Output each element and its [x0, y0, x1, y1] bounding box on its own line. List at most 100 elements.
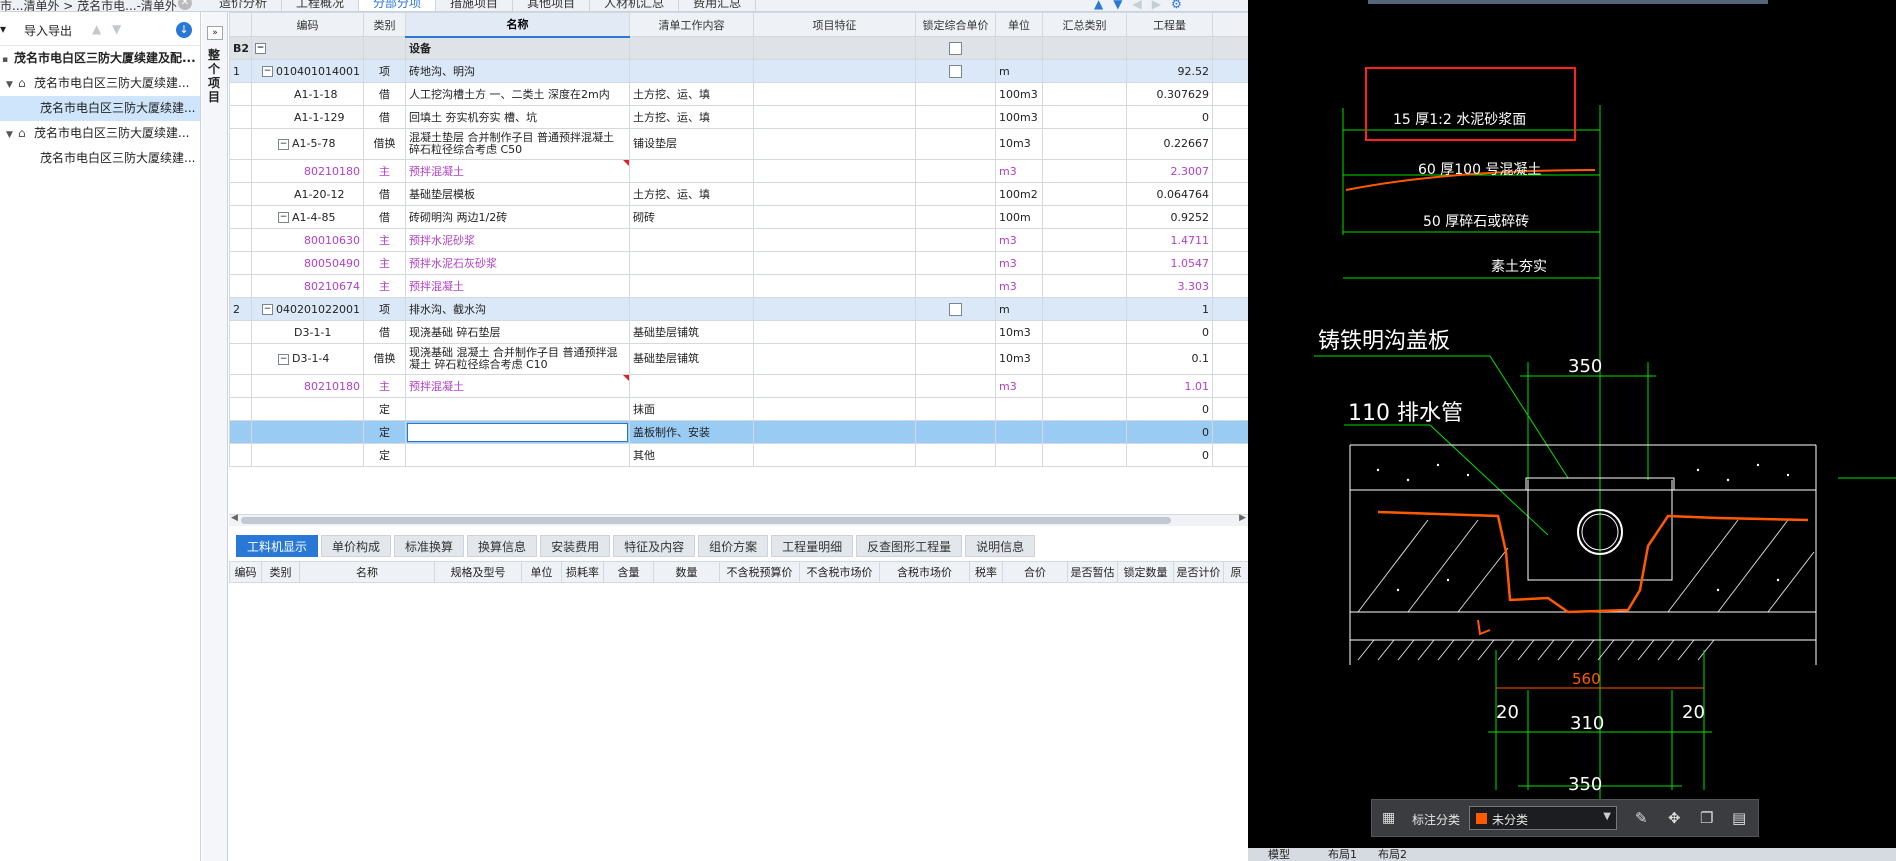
col-header[interactable]: 数量	[653, 561, 720, 583]
lock-price-checkbox[interactable]	[949, 302, 962, 316]
col-header-feature[interactable]: 项目特征	[753, 12, 916, 37]
tab-model[interactable]: 模型	[1268, 846, 1290, 861]
col-header-quantity[interactable]: 工程量	[1126, 12, 1213, 37]
name-edit-input[interactable]	[407, 422, 628, 442]
col-header[interactable]: 税率	[969, 561, 1003, 583]
tab-sub-items[interactable]: 分部分项	[359, 0, 437, 11]
table-row[interactable]: − A1-5-78 借换 混凝土垫层 合并制作子目 普通预拌混凝土 碎石粒径综合考…	[229, 128, 1249, 160]
col-header[interactable]: 合价	[1002, 561, 1068, 583]
tab-pricing-plan[interactable]: 组价方案	[698, 535, 769, 557]
tree-node[interactable]: 茂名市电白区三防大厦续建...	[0, 146, 200, 171]
table-row[interactable]: 80210180 主 预拌混凝土 m3 2.3007	[229, 159, 1249, 183]
paste-icon[interactable]: ▤	[1732, 809, 1746, 827]
col-header[interactable]: 编码	[229, 561, 262, 583]
table-row[interactable]: 定 其他 0	[229, 443, 1249, 467]
tree-node-root[interactable]: ▪ 茂名市电白区三防大厦续建及配...	[0, 46, 200, 71]
table-row[interactable]: D3-1-1 借 现浇基础 碎石垫层 基础垫层铺筑 10m3 0	[229, 320, 1249, 344]
group-row[interactable]: B2 − 设备	[229, 36, 1249, 60]
tab-graphic-quantity[interactable]: 反查图形工程量	[856, 535, 963, 557]
collapse-icon[interactable]: ▼	[6, 123, 18, 146]
scrollbar-thumb[interactable]	[241, 517, 1171, 524]
col-header[interactable]: 锁定数量	[1117, 561, 1174, 583]
col-header[interactable]: 名称	[299, 561, 435, 583]
tab-install-cost[interactable]: 安装费用	[540, 535, 611, 557]
tab-conversion-info[interactable]: 换算信息	[467, 535, 538, 557]
tab-quantity-detail[interactable]: 工程量明细	[771, 535, 854, 557]
collapse-icon[interactable]: −	[278, 212, 289, 223]
edit-icon[interactable]: ✎	[1635, 809, 1648, 827]
tab-project-overview[interactable]: 工程概况	[282, 0, 360, 11]
table-row[interactable]: A1-1-129 借 回填土 夯实机夯实 槽、坑 土方挖、运、填 100m3 0	[229, 105, 1249, 129]
collapse-icon[interactable]: −	[278, 353, 289, 365]
breadcrumb[interactable]: 市...清单外 > 茂名市电...-清单外	[0, 0, 177, 11]
table-row[interactable]: 80210674 主 预拌混凝土 m3 3.303	[229, 274, 1249, 298]
tab-standard-conversion[interactable]: 标准换算	[394, 535, 465, 557]
cad-viewer[interactable]: 15 厚1:2 水泥砂浆面 60 厚100 号混凝土 50 厚碎石或碎砖 素土夯…	[1248, 0, 1896, 861]
col-header[interactable]: 原	[1223, 561, 1249, 583]
dropdown-icon[interactable]: ▾	[0, 22, 6, 36]
table-row-selected[interactable]: 定 盖板制作、安装 0	[229, 420, 1249, 444]
table-row[interactable]: − A1-4-85 借 砖砌明沟 两边1/2砖 砌砖 100m 0.9252	[229, 205, 1249, 229]
col-header[interactable]: 规格及型号	[434, 561, 522, 583]
tab-cost-summary[interactable]: 费用汇总	[679, 0, 757, 11]
copy-icon[interactable]: ❐	[1700, 809, 1713, 827]
col-header-type[interactable]: 类别	[363, 12, 406, 37]
collapse-icon[interactable]: −	[278, 138, 289, 150]
move-down-icon[interactable]: ▼	[1113, 0, 1122, 11]
grid-icon[interactable]: ▦	[1382, 810, 1395, 826]
col-header[interactable]: 类别	[261, 561, 300, 583]
tab-layout-1[interactable]: 布局1	[1328, 846, 1357, 861]
tree-node[interactable]: ▼ ⌂ 茂名市电白区三防大厦续建...	[0, 71, 200, 96]
arrow-down-icon[interactable]: ▼	[112, 22, 121, 36]
whole-project-label[interactable]: 整个项目	[208, 48, 222, 104]
download-icon[interactable]: ↓	[176, 22, 192, 38]
collapse-icon[interactable]: −	[255, 43, 266, 54]
expand-icon[interactable]: »	[207, 26, 223, 40]
tab-unit-price[interactable]: 单价构成	[321, 535, 392, 557]
col-header-lock-price[interactable]: 锁定综合单价	[915, 12, 996, 37]
col-header-summary-type[interactable]: 汇总类别	[1042, 12, 1127, 37]
tab-notes[interactable]: 说明信息	[965, 535, 1036, 557]
tab-labor-material[interactable]: 人材机汇总	[590, 0, 680, 11]
tab-labor-material-display[interactable]: 工料机显示	[236, 535, 319, 557]
tree-node-selected[interactable]: 茂名市电白区三防大厦续建...	[0, 96, 200, 121]
col-header[interactable]: 不含税预算价	[719, 561, 800, 583]
tab-cost-analysis[interactable]: 造价分析	[205, 0, 283, 11]
arrow-up-icon[interactable]: ▲	[92, 22, 101, 36]
table-row[interactable]: A1-1-18 借 人工挖沟槽土方 一、二类土 深度在2m内 土方挖、运、填 1…	[229, 82, 1249, 106]
move-up-icon[interactable]: ▲	[1094, 0, 1103, 11]
col-header[interactable]: 损耗率	[561, 561, 604, 583]
scroll-left-icon[interactable]: ◀	[231, 513, 238, 523]
import-export-button[interactable]: 导入导出	[24, 22, 72, 39]
col-header[interactable]: 是否暂估	[1067, 561, 1118, 583]
collapse-icon[interactable]: ▼	[6, 73, 18, 96]
col-header-work[interactable]: 清单工作内容	[629, 12, 754, 37]
tab-features[interactable]: 特征及内容	[613, 535, 696, 557]
annotation-category-select[interactable]: 未分类 ▼	[1469, 806, 1617, 830]
horizontal-scrollbar[interactable]: ◀ ▶	[229, 513, 1248, 526]
col-header[interactable]: 是否计价	[1173, 561, 1224, 583]
table-row[interactable]: 1 −010401014001 项 砖地沟、明沟 m 92.52	[229, 59, 1249, 83]
col-header-unit[interactable]: 单位	[995, 12, 1043, 37]
move-left-icon[interactable]: ◀	[1132, 0, 1141, 11]
collapse-icon[interactable]: −	[262, 66, 273, 77]
lock-price-checkbox[interactable]	[949, 41, 962, 55]
table-row[interactable]: 2 −040201022001 项 排水沟、截水沟 m 1	[229, 297, 1249, 321]
col-header[interactable]: 不含税市场价	[799, 561, 880, 583]
table-row[interactable]: A1-20-12 借 基础垫层模板 土方挖、运、填 100m2 0.064764	[229, 182, 1249, 206]
move-right-icon[interactable]: ▶	[1152, 0, 1161, 11]
tab-other-items[interactable]: 其他项目	[513, 0, 591, 11]
col-header[interactable]: 含量	[603, 561, 654, 583]
table-row[interactable]: 80050490 主 预拌水泥石灰砂浆 m3 1.0547	[229, 251, 1249, 275]
tab-layout-2[interactable]: 布局2	[1378, 846, 1407, 861]
scroll-right-icon[interactable]: ▶	[1239, 513, 1246, 523]
table-row[interactable]: 80210180 主 预拌混凝土 m3 1.01	[229, 374, 1249, 398]
table-row[interactable]: 80010630 主 预拌水泥砂浆 m3 1.4711	[229, 228, 1249, 252]
table-row[interactable]: 定 抹面 0	[229, 397, 1249, 421]
tree-node[interactable]: ▼ ⌂ 茂名市电白区三防大厦续建...	[0, 121, 200, 146]
col-header-name[interactable]: 名称	[405, 12, 630, 38]
table-row[interactable]: − D3-1-4 借换 现浇基础 混凝土 合并制作子目 普通预拌混凝土 碎石粒径综…	[229, 343, 1249, 375]
collapse-icon[interactable]: −	[262, 304, 273, 315]
col-header[interactable]: 单位	[521, 561, 562, 583]
col-header[interactable]: 含税市场价	[879, 561, 970, 583]
